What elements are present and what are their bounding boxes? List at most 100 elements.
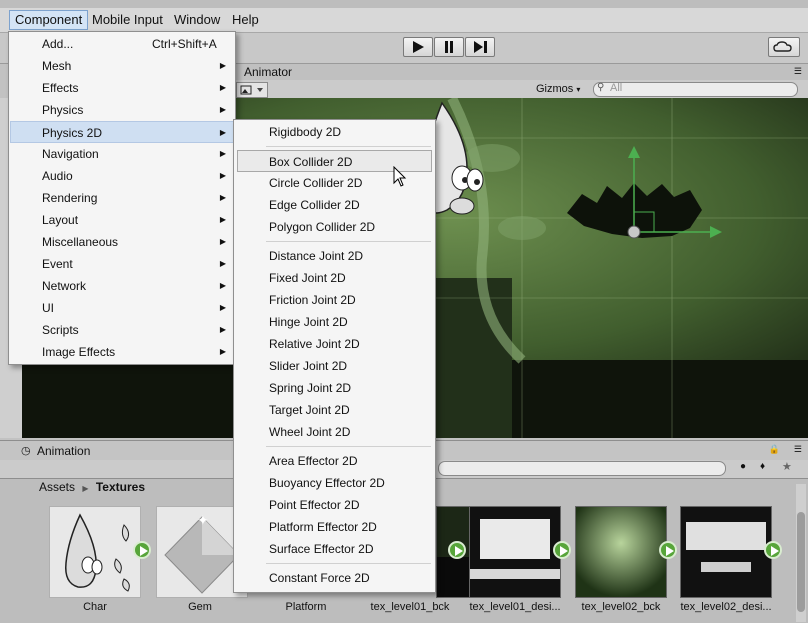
- menu-item-physics-2d[interactable]: Physics 2D ▶: [10, 121, 234, 143]
- submenu-arrow-icon: ▶: [219, 128, 226, 137]
- menu-item-wheel-joint-2d[interactable]: Wheel Joint 2D: [235, 421, 434, 443]
- scene-tab-bar: Animator ☰: [232, 64, 808, 80]
- menu-item-label: Edge Collider 2D: [269, 198, 360, 212]
- play-icon: [413, 41, 424, 53]
- step-button[interactable]: [465, 37, 495, 57]
- expand-sprite-button[interactable]: [764, 541, 782, 559]
- scrollbar-thumb[interactable]: [797, 512, 805, 612]
- project-search-field[interactable]: [438, 461, 726, 476]
- window-title-strip: [0, 0, 808, 8]
- menu-item-label: Buoyancy Effector 2D: [269, 476, 385, 490]
- menu-item-relative-joint-2d[interactable]: Relative Joint 2D: [235, 333, 434, 355]
- asset-label: Char: [83, 601, 107, 613]
- menu-item-constant-force-2d[interactable]: Constant Force 2D: [235, 567, 434, 589]
- menu-item-target-joint-2d[interactable]: Target Joint 2D: [235, 399, 434, 421]
- panel-menu-icon[interactable]: ☰: [794, 444, 802, 455]
- menu-item-platform-effector-2d[interactable]: Platform Effector 2D: [235, 516, 434, 538]
- menu-item-rigidbody-2d[interactable]: Rigidbody 2D: [235, 121, 434, 143]
- expand-sprite-button[interactable]: [659, 541, 677, 559]
- menu-item-rendering[interactable]: Rendering ▶: [10, 187, 234, 209]
- menu-item-scripts[interactable]: Scripts ▶: [10, 319, 234, 341]
- submenu-arrow-icon: ▶: [219, 259, 226, 268]
- expand-sprite-button[interactable]: [553, 541, 571, 559]
- menu-item-area-effector-2d[interactable]: Area Effector 2D: [235, 450, 434, 472]
- breadcrumb-assets[interactable]: Assets: [39, 480, 75, 494]
- menu-item-label: Point Effector 2D: [269, 498, 360, 512]
- menu-item-label: Box Collider 2D: [269, 155, 353, 169]
- submenu-arrow-icon: ▶: [219, 171, 226, 180]
- asset-tex-level02-bck[interactable]: [575, 506, 667, 598]
- menu-item-add[interactable]: Add... Ctrl+Shift+A: [10, 33, 234, 55]
- menu-item-label: Fixed Joint 2D: [269, 271, 346, 285]
- menu-item-miscellaneous[interactable]: Miscellaneous ▶: [10, 231, 234, 253]
- lock-icon[interactable]: 🔒: [769, 444, 780, 455]
- menu-item-buoyancy-effector-2d[interactable]: Buoyancy Effector 2D: [235, 472, 434, 494]
- submenu-arrow-icon: ▶: [219, 325, 226, 334]
- menu-item-label: Network: [42, 279, 87, 293]
- breadcrumb: Assets ▶ Textures: [30, 479, 145, 495]
- asset-tex-level02-design[interactable]: [680, 506, 772, 598]
- scene-search-field[interactable]: ⚲ All: [593, 82, 798, 97]
- menu-item-network[interactable]: Network ▶: [10, 275, 234, 297]
- menu-item-label: Wheel Joint 2D: [269, 425, 351, 439]
- menu-mobile-input[interactable]: Mobile Input: [87, 11, 168, 29]
- gizmos-dropdown[interactable]: Gizmos ▾: [536, 81, 580, 97]
- svg-text:✦: ✦: [197, 513, 209, 529]
- pause-button[interactable]: [434, 37, 464, 57]
- menu-item-audio[interactable]: Audio ▶: [10, 165, 234, 187]
- pause-icon: [445, 41, 453, 53]
- submenu-arrow-icon: ▶: [219, 281, 226, 290]
- search-placeholder: All: [610, 82, 623, 94]
- menu-item-navigation[interactable]: Navigation ▶: [10, 143, 234, 165]
- menu-window[interactable]: Window: [169, 11, 225, 29]
- submenu-arrow-icon: ▶: [219, 303, 226, 312]
- menu-item-distance-joint-2d[interactable]: Distance Joint 2D: [235, 245, 434, 267]
- menu-item-mesh[interactable]: Mesh ▶: [10, 55, 234, 77]
- play-button[interactable]: [403, 37, 433, 57]
- menu-item-label: Event: [42, 257, 73, 271]
- texture-thumbnail-icon: [576, 507, 666, 597]
- menu-item-edge-collider-2d[interactable]: Edge Collider 2D: [235, 194, 434, 216]
- filter-type-icon[interactable]: ●: [740, 461, 746, 472]
- menu-item-label: Platform Effector 2D: [269, 520, 377, 534]
- menu-item-label: Image Effects: [42, 345, 116, 359]
- menu-item-layout[interactable]: Layout ▶: [10, 209, 234, 231]
- menu-item-ui[interactable]: UI ▶: [10, 297, 234, 319]
- menu-item-point-effector-2d[interactable]: Point Effector 2D: [235, 494, 434, 516]
- menu-item-image-effects[interactable]: Image Effects ▶: [10, 341, 234, 363]
- animator-tab[interactable]: Animator: [244, 65, 292, 79]
- play-icon: [455, 546, 463, 556]
- menu-item-label: Navigation: [42, 147, 99, 161]
- menu-item-effects[interactable]: Effects ▶: [10, 77, 234, 99]
- render-mode-dropdown[interactable]: [236, 82, 268, 98]
- menu-component[interactable]: Component: [9, 10, 89, 30]
- expand-sprite-button[interactable]: [448, 541, 466, 559]
- cloud-button[interactable]: [768, 37, 800, 57]
- menu-item-surface-effector-2d[interactable]: Surface Effector 2D: [235, 538, 434, 560]
- asset-tex-level01-design[interactable]: [469, 506, 561, 598]
- favorite-star-icon[interactable]: ★: [782, 460, 792, 473]
- menu-item-fixed-joint-2d[interactable]: Fixed Joint 2D: [235, 267, 434, 289]
- asset-label: Platform: [285, 601, 327, 613]
- texture-thumbnail-icon: [470, 507, 560, 597]
- menu-item-slider-joint-2d[interactable]: Slider Joint 2D: [235, 355, 434, 377]
- animation-tab-label[interactable]: Animation: [37, 444, 90, 458]
- menu-item-hinge-joint-2d[interactable]: Hinge Joint 2D: [235, 311, 434, 333]
- menu-item-friction-joint-2d[interactable]: Friction Joint 2D: [235, 289, 434, 311]
- menu-item-label: Friction Joint 2D: [269, 293, 356, 307]
- expand-sprite-button[interactable]: [133, 541, 151, 559]
- label-tag-icon[interactable]: ♦: [760, 461, 765, 472]
- menu-help[interactable]: Help: [227, 11, 264, 29]
- menu-item-spring-joint-2d[interactable]: Spring Joint 2D: [235, 377, 434, 399]
- menu-item-label: Add...: [42, 37, 74, 51]
- project-scrollbar[interactable]: [796, 484, 806, 622]
- menu-item-event[interactable]: Event ▶: [10, 253, 234, 275]
- menu-item-physics[interactable]: Physics ▶: [10, 99, 234, 121]
- breadcrumb-textures[interactable]: Textures: [96, 480, 145, 494]
- menu-item-polygon-collider-2d[interactable]: Polygon Collider 2D: [235, 216, 434, 238]
- submenu-arrow-icon: ▶: [219, 237, 226, 246]
- menu-item-label: Mesh: [42, 59, 72, 73]
- panel-menu-icon[interactable]: ☰: [794, 66, 802, 77]
- menu-item-label: Distance Joint 2D: [269, 249, 364, 263]
- asset-char[interactable]: [49, 506, 141, 598]
